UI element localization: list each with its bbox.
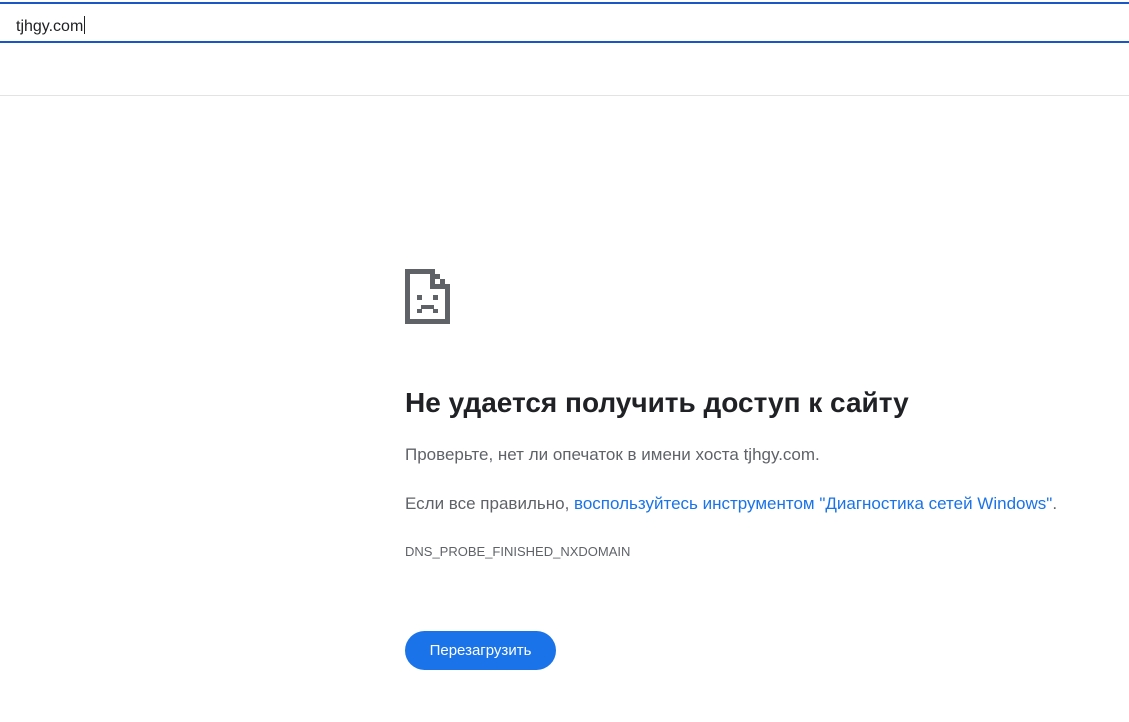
address-text[interactable]: tjhgy.com	[16, 18, 83, 35]
address-input[interactable]: tjhgy.com	[16, 16, 86, 36]
toolbar-divider	[0, 95, 1129, 96]
diagnostics-hint-suffix: .	[1052, 494, 1058, 513]
sad-page-icon	[405, 269, 450, 324]
error-title: Не удается получить доступ к сайту	[405, 387, 909, 418]
reload-button[interactable]: Перезагрузить	[405, 631, 556, 670]
text-caret	[84, 16, 86, 34]
diagnostics-hint-prefix: Если все правильно,	[405, 494, 575, 513]
error-code: DNS_PROBE_FINISHED_NXDOMAIN	[405, 544, 631, 559]
host-typo-hint: Проверьте, нет ли опечаток в имени хоста…	[405, 445, 820, 464]
address-bar[interactable]: tjhgy.com	[0, 2, 1129, 43]
diagnostics-hint: Если все правильно, воспользуйтесь инстр…	[405, 493, 1057, 515]
network-diagnostics-link[interactable]: воспользуйтесь инструментом "Диагностика…	[574, 494, 1052, 513]
